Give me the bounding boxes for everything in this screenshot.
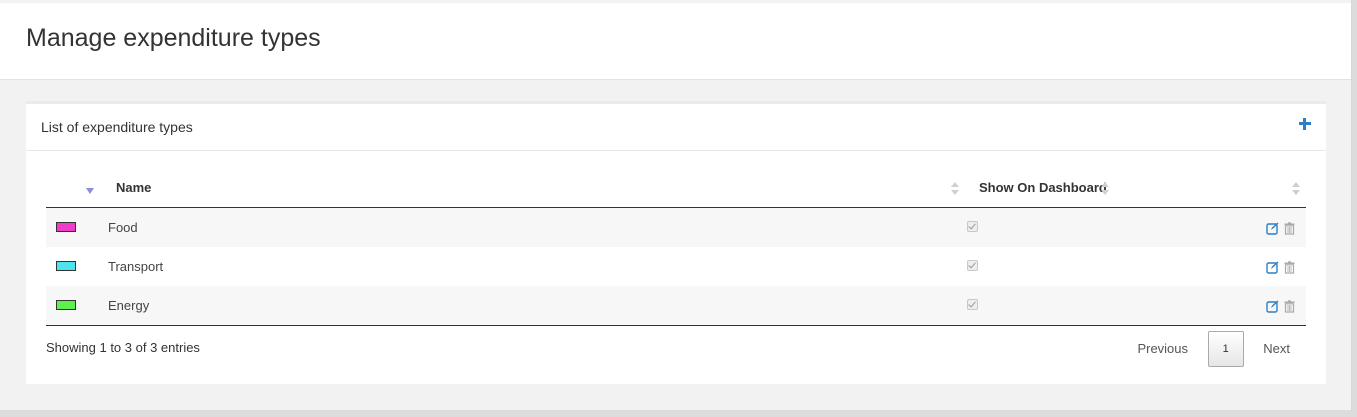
actions-column-header[interactable] (1131, 169, 1306, 208)
previous-page-button[interactable]: Previous (1121, 332, 1204, 366)
page-header: Manage expenditure types (0, 3, 1351, 80)
color-swatch (56, 260, 76, 271)
name-cell: Food (108, 207, 961, 247)
show-on-dashboard-column-label: Show On Dashboard (979, 180, 1107, 196)
edit-icon[interactable] (1266, 300, 1279, 313)
panel-heading: List of expenditure types (26, 104, 1326, 151)
page-title: Manage expenditure types (26, 24, 321, 52)
show-on-dashboard-cell (961, 207, 1131, 247)
expenditure-type-name: Energy (108, 297, 150, 313)
next-page-button[interactable]: Next (1247, 332, 1306, 366)
color-swatch (56, 299, 76, 310)
current-page-button[interactable]: 1 (1207, 331, 1244, 367)
expenditure-type-name: Transport (108, 258, 164, 274)
table-header-row: Name Show On Dashboard (46, 169, 1306, 208)
name-column-header[interactable]: Name (116, 169, 961, 208)
edit-icon[interactable] (1266, 222, 1279, 235)
table-row: Food (46, 207, 1306, 247)
show-on-dashboard-column-header[interactable]: Show On Dashboard (961, 169, 1131, 208)
trash-icon[interactable] (1283, 299, 1296, 313)
color-swatch (56, 221, 76, 232)
name-cell: Transport (108, 246, 961, 286)
color-cell (46, 285, 116, 326)
show-on-dashboard-cell (961, 246, 1131, 286)
table-row: Transport (46, 246, 1306, 286)
color-column-header[interactable] (46, 169, 116, 208)
name-column-label: Name (116, 180, 152, 196)
show-on-dashboard-checkbox[interactable] (967, 220, 978, 232)
trash-icon[interactable] (1283, 221, 1296, 235)
table-row: Energy (46, 285, 1306, 326)
trash-icon[interactable] (1283, 260, 1296, 274)
expenditure-types-panel: List of expenditure types Name Show On D… (26, 101, 1326, 384)
sort-desc-icon (86, 188, 94, 194)
add-expenditure-type-button plus-icon[interactable] (1298, 117, 1312, 131)
show-on-dashboard-checkbox[interactable] (967, 259, 978, 271)
page: Manage expenditure types List of expendi… (0, 0, 1352, 410)
actions-cell (1131, 285, 1306, 326)
edit-icon[interactable] (1266, 261, 1279, 274)
expenditure-type-name: Food (108, 219, 138, 235)
panel-title: List of expenditure types (41, 119, 193, 135)
show-on-dashboard-cell (961, 285, 1131, 326)
sort-icon (951, 182, 959, 196)
expenditure-types-table: Name Show On Dashboard Food Transport En… (46, 169, 1306, 326)
show-on-dashboard-checkbox[interactable] (967, 298, 978, 310)
sort-icon (1101, 182, 1109, 196)
actions-cell (1131, 246, 1306, 286)
name-cell: Energy (108, 285, 961, 326)
color-cell (46, 246, 116, 286)
table-info: Showing 1 to 3 of 3 entries (46, 340, 200, 355)
actions-cell (1131, 207, 1306, 247)
color-cell (46, 207, 116, 247)
pagination: Previous 1 Next (1121, 331, 1306, 367)
sort-icon (1292, 182, 1300, 196)
